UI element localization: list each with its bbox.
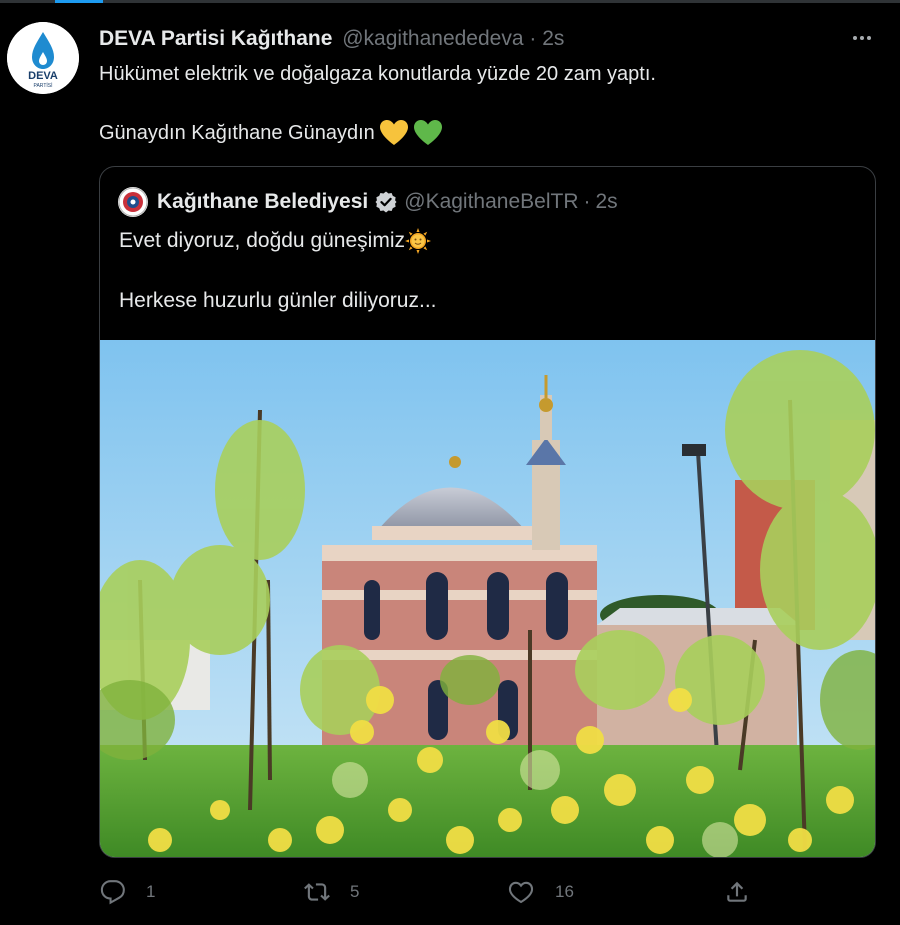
author-avatar[interactable]: DEVA PARTİSİ — [7, 22, 79, 94]
quote-text-line1: Evet diyoruz, doğdu güneşimiz — [119, 229, 405, 252]
reply-icon — [100, 880, 125, 905]
mosque-park-photo — [100, 340, 875, 857]
quote-author-name[interactable]: Kağıthane Belediyesi — [157, 189, 368, 215]
quote-author-handle[interactable]: @KagithaneBelTR — [404, 189, 578, 215]
quote-photo[interactable] — [100, 340, 875, 857]
tweet-actions-bar: 1 5 16 — [0, 872, 900, 912]
quote-header: Kağıthane Belediyesi @KagithaneBelTR · 2… — [157, 189, 618, 215]
share-icon — [727, 881, 747, 902]
share-button[interactable] — [724, 872, 750, 912]
svg-text:DEVA: DEVA — [28, 70, 58, 82]
deva-logo-icon: DEVA PARTİSİ — [7, 22, 79, 94]
tweet-header: DEVA Partisi Kağıthane @kagithanededeva … — [99, 26, 564, 52]
retweet-count: 5 — [350, 882, 360, 901]
author-handle[interactable]: @kagithanededeva — [342, 27, 523, 50]
quoted-tweet-card[interactable]: Kağıthane Belediyesi @KagithaneBelTR · 2… — [99, 166, 876, 858]
green-heart-icon — [413, 120, 442, 145]
heart-icon — [508, 881, 534, 904]
like-button[interactable]: 16 — [508, 872, 574, 912]
more-options-button[interactable] — [848, 28, 876, 48]
reply-count: 1 — [146, 882, 156, 901]
tweet-text-line1: Hükümet elektrik ve doğalgaza konutlarda… — [99, 63, 656, 85]
author-name[interactable]: DEVA Partisi Kağıthane — [99, 27, 332, 50]
yellow-heart-icon — [379, 120, 408, 145]
quote-header-separator: · — [583, 190, 591, 213]
header-separator: · — [529, 27, 537, 50]
verified-badge-icon — [374, 190, 398, 214]
quote-author-avatar[interactable] — [118, 187, 148, 217]
quote-text-line2: Herkese huzurlu günler diliyoruz... — [119, 289, 437, 312]
quote-timestamp[interactable]: 2s — [596, 189, 618, 215]
sun-with-face-icon — [405, 228, 431, 254]
tweet-text-line2-row: Günaydın Kağıthane Günaydın — [99, 119, 443, 147]
retweet-icon — [304, 883, 330, 901]
top-tab-indicator — [55, 0, 103, 3]
top-divider — [0, 0, 900, 3]
tweet-text-line2: Günaydın Kağıthane Günaydın — [99, 122, 375, 144]
municipality-emblem-icon — [118, 187, 148, 217]
ellipsis-icon — [853, 36, 857, 40]
quote-text-line1-row: Evet diyoruz, doğdu güneşimiz — [119, 227, 431, 255]
like-count: 16 — [555, 882, 574, 901]
retweet-button[interactable]: 5 — [302, 872, 359, 912]
tweet-timestamp[interactable]: 2s — [542, 27, 564, 50]
svg-text:PARTİSİ: PARTİSİ — [34, 82, 53, 89]
reply-button[interactable]: 1 — [100, 872, 155, 912]
